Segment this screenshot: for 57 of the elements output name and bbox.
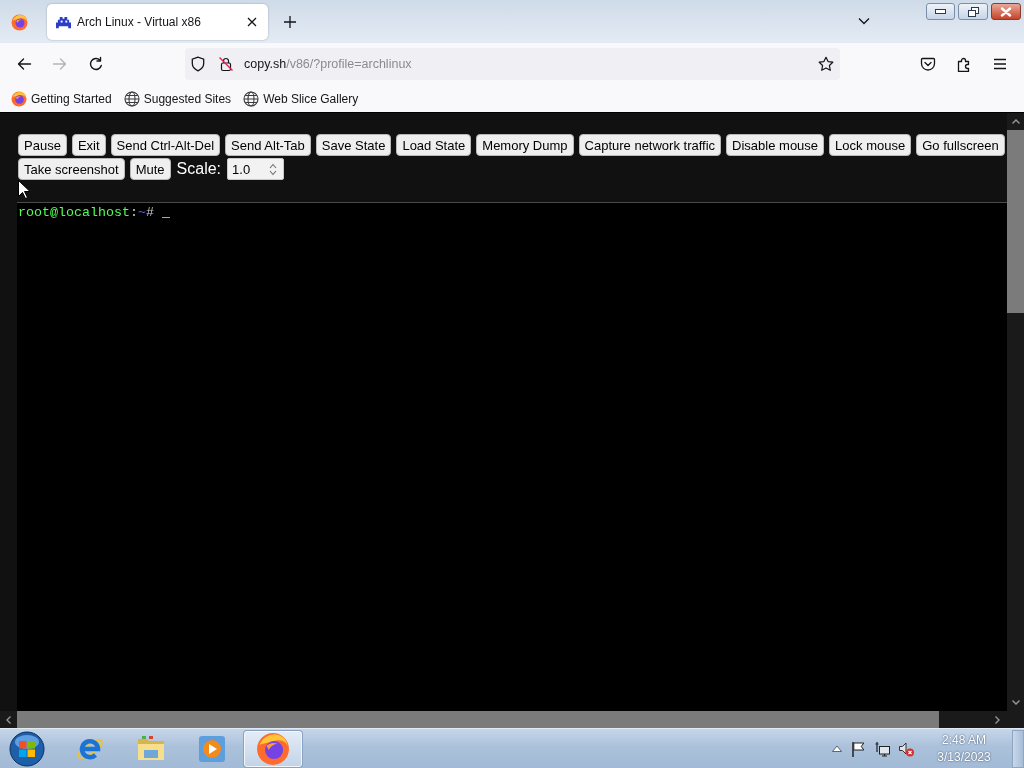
chevron-down-icon[interactable] — [858, 17, 870, 25]
emulator-button[interactable]: Go fullscreen — [916, 134, 1005, 156]
terminal-prompt: root@localhost:~# _ — [18, 205, 170, 221]
minimize-icon — [935, 9, 946, 14]
scrollbar-thumb[interactable] — [1007, 130, 1024, 313]
close-icon[interactable] — [247, 17, 257, 27]
puzzle-piece-icon[interactable] — [956, 56, 972, 72]
mouse-pointer-icon — [18, 180, 30, 199]
emulator-button[interactable]: Mute — [129, 158, 171, 180]
plus-icon[interactable] — [284, 16, 296, 28]
pocket-icon[interactable] — [920, 56, 936, 72]
emulator-button[interactable]: Pause — [18, 134, 67, 156]
address-field[interactable]: copy.sh/v86/?profile=archlinux — [185, 48, 840, 80]
emulator-button[interactable]: Disable mouse — [726, 134, 825, 156]
back-arrow-icon[interactable] — [16, 56, 32, 72]
menu-icon[interactable] — [992, 56, 1008, 72]
vertical-scrollbar[interactable] — [1007, 113, 1024, 711]
close-icon — [1000, 6, 1012, 17]
scale-input[interactable]: 1.0 — [227, 158, 285, 180]
taskbar-button[interactable] — [244, 730, 302, 767]
speaker-muted-icon[interactable] — [898, 740, 914, 757]
close-button[interactable] — [991, 3, 1021, 20]
emulator-button[interactable]: Save State — [315, 134, 392, 156]
emulator-button[interactable]: Exit — [71, 134, 106, 156]
globe-icon — [123, 90, 140, 107]
restore-icon — [967, 6, 979, 17]
browser-logo-icon — [11, 90, 27, 107]
reload-icon[interactable] — [88, 56, 104, 72]
spinner-arrows-icon[interactable] — [269, 162, 278, 176]
emulator-button[interactable]: Load State — [396, 134, 472, 156]
start-orb-icon[interactable] — [9, 730, 45, 767]
network-icon[interactable] — [874, 740, 890, 757]
star-icon[interactable] — [818, 56, 834, 72]
emulator-button[interactable]: Take screenshot — [18, 158, 125, 180]
clock-date: 3/13/2023 — [937, 748, 991, 766]
flag-icon[interactable] — [850, 740, 866, 757]
emulator-button[interactable]: Send Alt-Tab — [225, 134, 311, 156]
emulator-button[interactable]: Lock mouse — [829, 134, 912, 156]
browser-logo-icon — [256, 731, 290, 766]
shield-icon[interactable] — [190, 56, 206, 72]
show-hidden-icons-icon[interactable] — [832, 745, 842, 752]
restore-button[interactable] — [958, 3, 988, 20]
minimize-button[interactable] — [926, 3, 955, 20]
bookmark-item[interactable]: Getting Started — [11, 90, 112, 107]
clock-time: 2:48 AM — [942, 731, 986, 749]
terminal-screen[interactable]: root@localhost:~# _ — [17, 202, 1007, 711]
globe-icon — [243, 90, 260, 107]
emulator-button[interactable]: Send Ctrl-Alt-Del — [110, 134, 221, 156]
emulator-button[interactable]: Memory Dump — [476, 134, 574, 156]
bookmark-item[interactable]: Suggested Sites — [123, 90, 232, 107]
scale-label: Scale: — [176, 160, 222, 178]
browser-logo-icon — [11, 14, 28, 31]
emulator-button[interactable]: Capture network traffic — [578, 134, 722, 156]
pixel-figure-icon — [56, 14, 71, 30]
lock-slashed-icon[interactable] — [218, 56, 234, 72]
browser-tab[interactable]: Arch Linux - Virtual x86 — [47, 4, 268, 40]
bookmark-item[interactable]: Web Slice Gallery — [243, 90, 359, 107]
